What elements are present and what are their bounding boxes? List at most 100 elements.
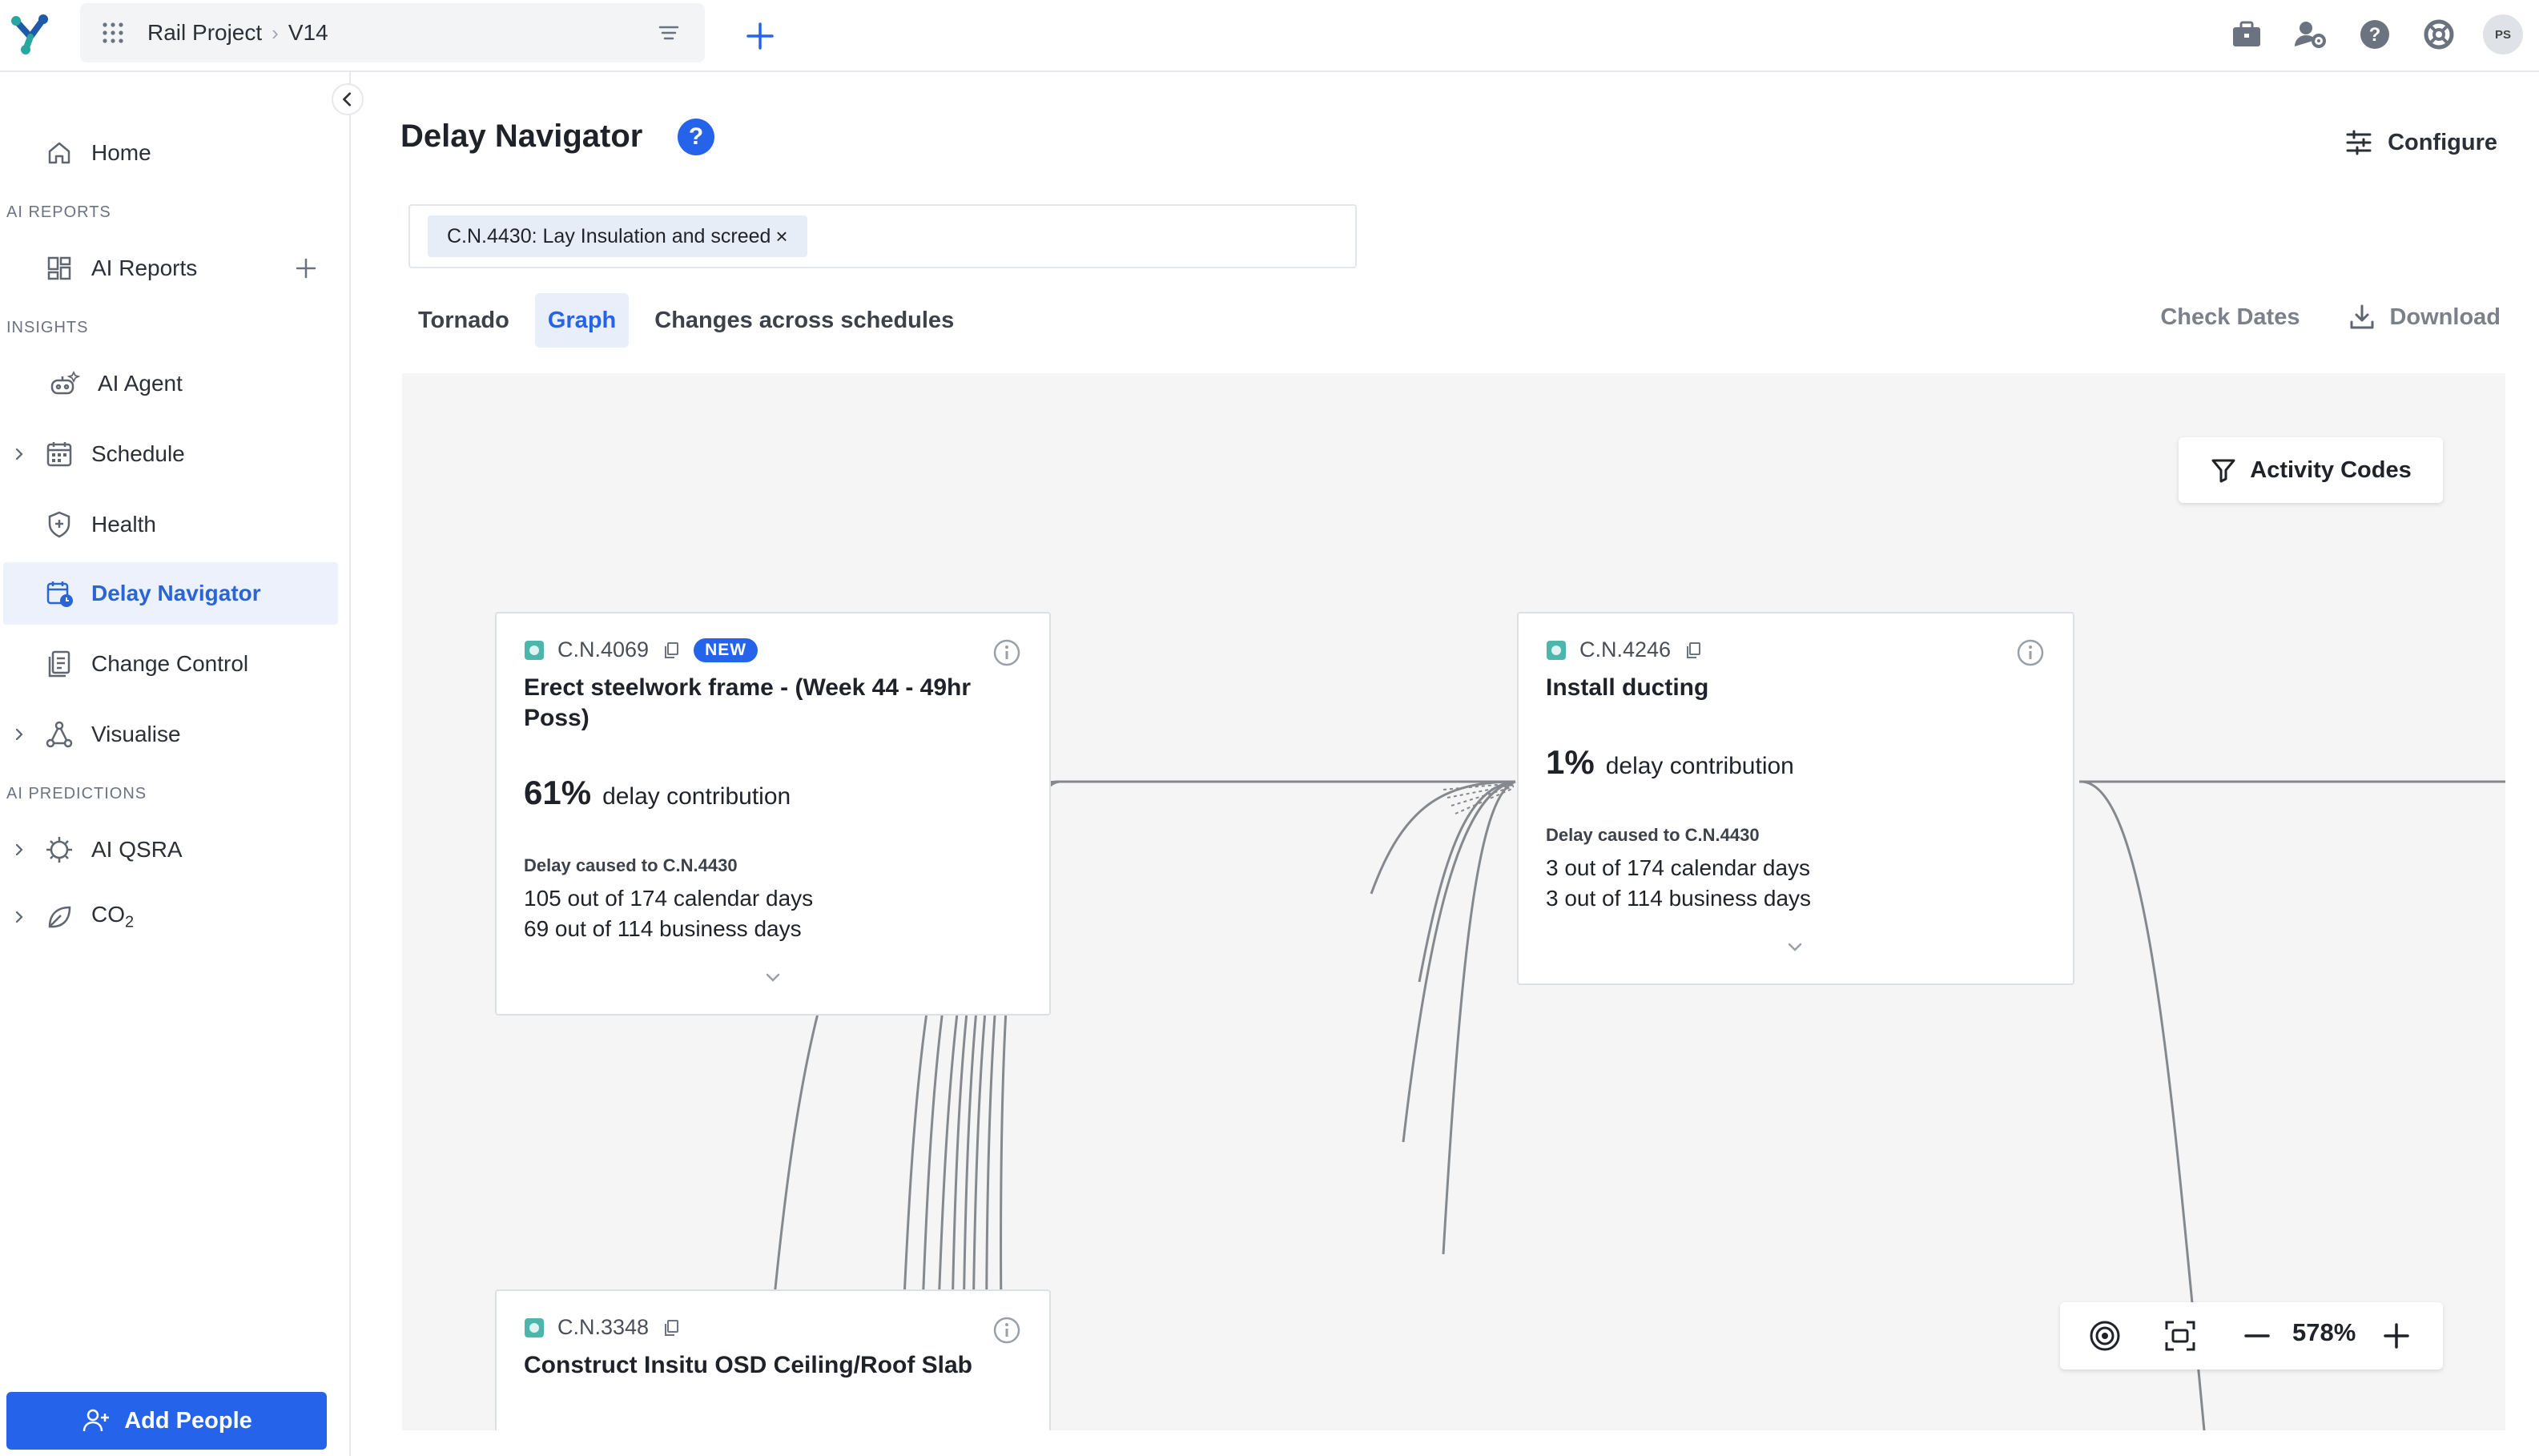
shield-icon	[48, 511, 70, 538]
add-people-label: Add People	[124, 1407, 252, 1434]
sidebar-item-co2[interactable]: CO2	[0, 886, 340, 948]
delay-percent: 1%	[1546, 743, 1595, 781]
calendar-days: 3 out of 174 calendar days	[1546, 855, 1811, 880]
dashboard-icon	[47, 256, 71, 280]
calendar-icon	[46, 442, 72, 467]
activity-name: Erect steelwork frame - (Week 44 - 49hr …	[524, 673, 971, 734]
download-label: Download	[2389, 304, 2501, 330]
chevron-right-icon[interactable]	[11, 909, 27, 925]
sidebar-item-ai-qsra[interactable]: AI QSRA	[0, 818, 340, 881]
calendar-clock-icon	[46, 581, 73, 607]
sidebar-item-visualise[interactable]: Visualise	[0, 703, 340, 766]
breadcrumb-version[interactable]: V14	[288, 20, 328, 46]
chevron-right-icon[interactable]	[11, 842, 27, 858]
filter-chip-label: C.N.4430: Lay Insulation and screed	[447, 224, 771, 247]
add-report-icon[interactable]	[293, 255, 319, 281]
home-icon	[48, 142, 70, 164]
tab-graph[interactable]: Graph	[534, 293, 630, 348]
copy-icon[interactable]	[662, 641, 681, 660]
activity-id: C.N.4069	[557, 638, 650, 662]
tab-changes-across-schedules[interactable]: Changes across schedules	[642, 293, 967, 348]
fit-screen-icon[interactable]	[2163, 1318, 2198, 1353]
activity-id: C.N.4246	[1579, 638, 1672, 662]
delay-contribution: 1% delay contribution	[1546, 743, 1794, 782]
configure-label: Configure	[2388, 129, 2497, 155]
breadcrumb-project[interactable]: Rail Project	[147, 20, 262, 46]
menu-lines-icon[interactable]	[657, 21, 681, 45]
help-button[interactable]: ?	[678, 119, 714, 155]
sidebar-item-change-control[interactable]: Change Control	[0, 633, 340, 695]
business-days: 69 out of 114 business days	[524, 916, 802, 941]
delay-caused-heading: Delay caused to C.N.4430	[1546, 825, 1760, 845]
zoom-level: 578%	[2292, 1318, 2356, 1346]
target-icon[interactable]	[2087, 1318, 2123, 1353]
activity-id: C.N.3348	[557, 1315, 650, 1339]
copy-icon[interactable]	[1684, 641, 1703, 660]
section-ai-predictions: AI PREDICTIONS	[6, 785, 147, 802]
filter-icon	[2211, 459, 2235, 483]
activity-name: Install ducting	[1546, 674, 1709, 701]
chevron-down-icon[interactable]	[761, 966, 785, 990]
user-avatar[interactable]: PS	[2483, 14, 2523, 54]
sidebar-item-label: AI Reports	[91, 255, 198, 280]
sidebar-item-label: Home	[91, 140, 151, 165]
activity-codes-label: Activity Codes	[2250, 457, 2412, 483]
info-icon[interactable]	[992, 638, 1022, 668]
info-icon[interactable]	[992, 1315, 1022, 1345]
chevron-down-icon[interactable]	[1783, 935, 1807, 959]
chevron-right-icon[interactable]	[11, 446, 27, 462]
sidebar-item-label: Health	[91, 512, 156, 537]
collapse-sidebar-icon[interactable]	[332, 83, 364, 115]
add-people-button[interactable]: Add People	[6, 1392, 327, 1450]
configure-button[interactable]: Configure	[2344, 128, 2497, 157]
project-breadcrumb[interactable]: Rail Project › V14	[80, 3, 705, 62]
co2-subscript: 2	[125, 913, 135, 931]
add-tab-icon[interactable]	[742, 18, 779, 54]
zoom-out-icon[interactable]	[2239, 1318, 2275, 1353]
help-icon[interactable]: ?	[2355, 14, 2395, 54]
app-logo[interactable]	[8, 10, 56, 58]
download-button[interactable]: Download	[2348, 303, 2501, 332]
zoom-in-icon[interactable]	[2379, 1318, 2414, 1353]
chevron-right-icon[interactable]	[11, 726, 27, 742]
check-dates-button[interactable]: Check Dates	[2160, 304, 2300, 331]
business-days: 3 out of 114 business days	[1546, 886, 1812, 911]
user-settings-icon[interactable]	[2291, 14, 2331, 54]
delay-caused-heading: Delay caused to C.N.4430	[524, 855, 738, 875]
card-header: C.N.3348	[524, 1315, 681, 1340]
activity-card[interactable]: C.N.3348 Construct Insitu OSD Ceiling/Ro…	[495, 1289, 1051, 1430]
sidebar-item-label: Change Control	[91, 651, 249, 676]
header-actions: ? PS	[2227, 14, 2523, 54]
co2-text: CO	[91, 902, 125, 927]
graph-canvas[interactable]: Activity Codes C.N.4069 NEW Erect steelw…	[402, 373, 2505, 1430]
network-icon	[46, 721, 73, 748]
sidebar-item-ai-reports[interactable]: AI Reports	[0, 237, 340, 300]
svg-text:?: ?	[2369, 24, 2381, 46]
support-lifebuoy-icon[interactable]	[2419, 14, 2459, 54]
activity-node-icon	[1547, 640, 1566, 660]
sidebar-item-home[interactable]: Home	[0, 122, 340, 184]
documents-icon	[48, 650, 70, 678]
activity-name: Construct Insitu OSD Ceiling/Roof Slab	[524, 1352, 973, 1378]
activity-name-line2: Poss)	[524, 705, 589, 731]
apps-grid-icon[interactable]	[101, 21, 125, 45]
card-header: C.N.4246	[1546, 638, 1703, 662]
sidebar-item-label: Schedule	[91, 441, 185, 466]
sidebar-item-ai-agent[interactable]: AI Agent	[0, 352, 340, 415]
info-icon[interactable]	[2015, 638, 2046, 668]
sidebar-item-schedule[interactable]: Schedule	[0, 423, 340, 485]
tab-tornado[interactable]: Tornado	[405, 293, 522, 348]
sidebar-item-health[interactable]: Health	[0, 493, 340, 556]
activity-filter-input[interactable]: C.N.4430: Lay Insulation and screed ×	[408, 204, 1357, 268]
sliders-icon	[2346, 130, 2372, 155]
chip-close-icon[interactable]: ×	[775, 224, 787, 249]
activity-card[interactable]: C.N.4069 NEW Erect steelwork frame - (We…	[495, 612, 1051, 1016]
top-bar: Rail Project › V14 ? PS	[0, 0, 2539, 72]
filter-chip[interactable]: C.N.4430: Lay Insulation and screed ×	[428, 215, 807, 257]
briefcase-icon[interactable]	[2227, 14, 2267, 54]
copy-icon[interactable]	[662, 1318, 681, 1337]
activity-codes-button[interactable]: Activity Codes	[2179, 437, 2443, 503]
leaf-icon	[48, 906, 71, 928]
activity-card[interactable]: C.N.4246 Install ducting 1% delay contrib…	[1517, 612, 2074, 985]
sidebar-item-delay-navigator[interactable]: Delay Navigator	[3, 562, 338, 625]
